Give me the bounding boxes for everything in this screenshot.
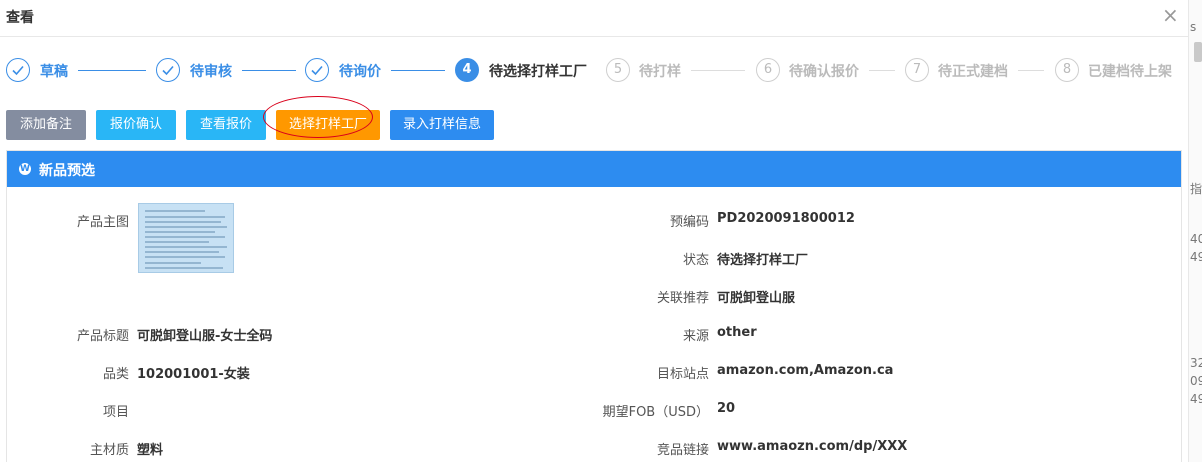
confirm-quote-button[interactable]: 报价确认 [96,110,176,140]
step-connector [242,70,296,71]
step-1-check-icon [6,58,30,82]
dialog-title: 查看 [6,10,34,26]
wordpress-icon: W [19,163,31,175]
step-connector [869,70,895,71]
material-value: 塑料 [137,443,164,458]
background-text: 指 [1190,182,1202,196]
select-factory-button[interactable]: 选择打样工厂 [276,110,380,140]
step-connector [691,70,745,71]
fob-label: 期望FOB（USD） [602,405,709,420]
background-text: s [1190,20,1197,34]
step-connector [1018,70,1044,71]
step-6-number: 6 [756,58,780,82]
status-value: 待选择打样工厂 [717,253,809,268]
step-4-number: 4 [455,58,479,82]
view-dialog: 查看 × 草稿 待审核 待询价 4 待选择打样工厂 5 待打样 6 待确认报价 [0,0,1188,462]
dialog-header: 查看 × [0,0,1188,37]
background-text: 49 [1190,250,1202,264]
step-8-number: 8 [1055,58,1079,82]
product-main-image[interactable] [138,203,234,273]
step-label-pending-inquiry: 待询价 [339,64,381,80]
background-page-sliver: s 指 40 49 32 09 49 [1188,0,1202,462]
competitor-link-label: 竞品链接 [656,443,709,458]
step-label-select-factory: 待选择打样工厂 [489,64,587,80]
step-label-filed-pending-listing: 已建档待上架 [1088,64,1172,80]
background-text: 40 [1190,232,1202,246]
background-text: 09 [1190,374,1202,388]
precode-value: PD2020091800012 [717,211,855,226]
step-3-check-icon [305,58,329,82]
step-label-formal-filing: 待正式建档 [938,64,1008,80]
view-quote-button[interactable]: 查看报价 [186,110,266,140]
step-connector [78,70,146,71]
related-label: 关联推荐 [656,291,709,306]
step-label-draft: 草稿 [40,64,68,80]
step-5-number: 5 [606,58,630,82]
product-title-value: 可脱卸登山服-女士全码 [137,329,273,344]
background-text: 32 [1190,356,1202,370]
related-value: 可脱卸登山服 [717,291,796,306]
step-label-pending-review: 待审核 [190,64,232,80]
step-7-number: 7 [905,58,929,82]
material-label: 主材质 [89,443,129,458]
new-product-panel: W 新品预选 产品主图 产品标题 可脱卸登山服-女士全码 品类 10200100… [6,150,1182,462]
step-connector [391,70,445,71]
competitor-link-value[interactable]: www.amaozn.com/dp/XXX [717,439,907,454]
add-note-button[interactable]: 添加备注 [6,110,86,140]
target-site-value: amazon.com,Amazon.ca [717,363,894,378]
fob-value: 20 [717,401,736,416]
step-label-pending-sample: 待打样 [639,64,681,80]
category-label: 品类 [102,367,129,382]
main-image-label: 产品主图 [76,215,129,230]
precode-label: 预编码 [669,215,709,230]
close-icon[interactable]: × [1162,3,1179,27]
project-label: 项目 [102,405,129,420]
status-label: 状态 [682,253,709,268]
enter-sample-info-button[interactable]: 录入打样信息 [390,110,494,140]
category-value: 102001001-女装 [137,367,250,382]
progress-steps: 草稿 待审核 待询价 4 待选择打样工厂 5 待打样 6 待确认报价 7 待正式… [6,58,1186,86]
panel-header: W 新品预选 [7,151,1181,187]
panel-title: 新品预选 [39,163,95,179]
step-2-check-icon [156,58,180,82]
product-title-label: 产品标题 [76,329,129,344]
source-value: other [717,325,757,340]
source-label: 来源 [682,329,709,344]
target-site-label: 目标站点 [656,367,709,382]
background-text: 49 [1190,392,1202,406]
background-scrollbar [1194,42,1202,62]
step-label-confirm-quote: 待确认报价 [789,64,859,80]
